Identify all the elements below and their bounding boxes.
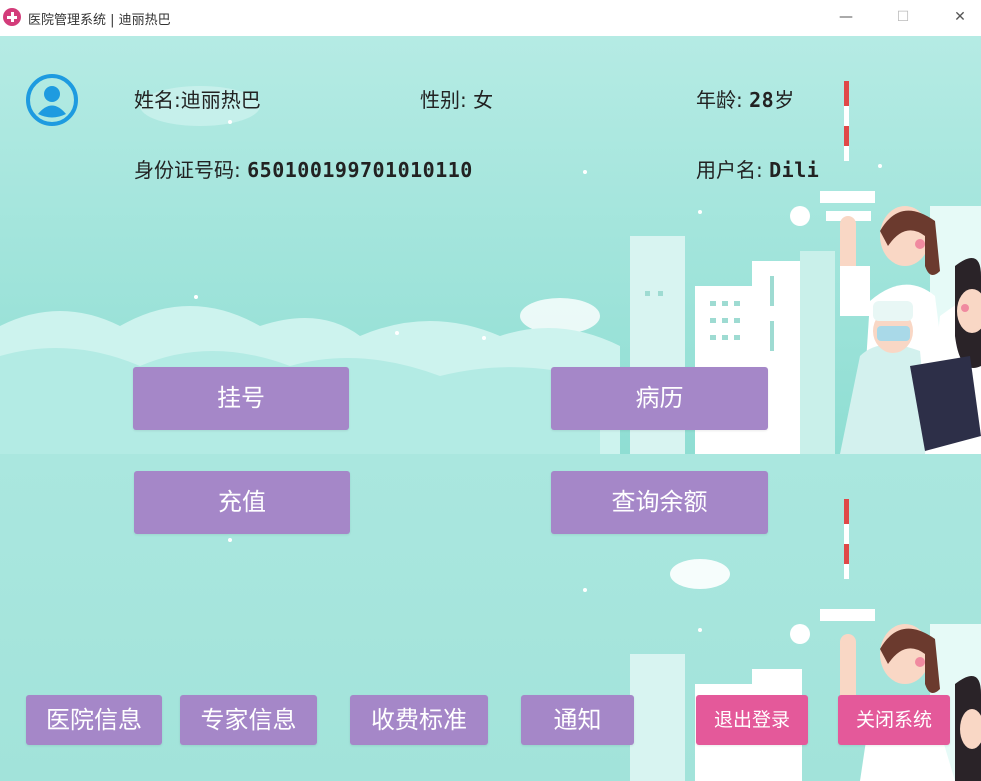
notice-button[interactable]: 通知	[521, 695, 634, 745]
query-balance-button[interactable]: 查询余额	[551, 471, 768, 534]
minimize-button[interactable]: —	[826, 0, 866, 36]
close-window-button[interactable]: ✕	[940, 0, 980, 36]
logout-button[interactable]: 退出登录	[696, 695, 808, 745]
medical-record-button[interactable]: 病历	[551, 367, 768, 430]
hospital-cross-icon	[3, 8, 21, 26]
hospital-info-button[interactable]: 医院信息	[26, 695, 162, 745]
fee-standard-button[interactable]: 收费标准	[350, 695, 488, 745]
age-unit: 岁	[774, 88, 795, 112]
age-field: 年龄: 28岁	[696, 84, 794, 113]
name-value: 迪丽热巴	[180, 88, 261, 112]
expert-info-button[interactable]: 专家信息	[180, 695, 317, 745]
close-system-button[interactable]: 关闭系统	[838, 695, 950, 745]
bottom-background-panel: 充值 查询余额 医院信息 专家信息 收费标准 通知 退出登录 关闭系统	[0, 454, 981, 781]
name-label: 姓名:	[134, 88, 181, 112]
recharge-button[interactable]: 充值	[134, 471, 350, 534]
register-button[interactable]: 挂号	[133, 367, 349, 430]
username-value: Dili	[769, 158, 820, 182]
gender-field: 性别: 女	[420, 84, 493, 113]
maximize-button[interactable]: ☐	[883, 0, 923, 36]
username-label: 用户名:	[696, 158, 763, 182]
top-background-panel: 姓名:迪丽热巴 性别: 女 年龄: 28岁 身份证号码: 65010019970…	[0, 36, 981, 454]
age-value: 28	[749, 88, 775, 112]
title-bar: 医院管理系统 | 迪丽热巴 — ☐ ✕	[0, 0, 981, 36]
id-number-field: 身份证号码: 650100199701010110	[134, 154, 473, 183]
gender-value: 女	[473, 88, 494, 112]
user-avatar-icon	[26, 74, 78, 126]
id-value: 650100199701010110	[247, 158, 473, 182]
username-field: 用户名: Dili	[696, 154, 819, 183]
age-label: 年龄:	[696, 88, 743, 112]
name-field: 姓名:迪丽热巴	[134, 84, 261, 113]
gender-label: 性别:	[420, 88, 467, 112]
window-title: 医院管理系统 | 迪丽热巴	[28, 13, 171, 28]
id-label: 身份证号码:	[134, 158, 241, 182]
